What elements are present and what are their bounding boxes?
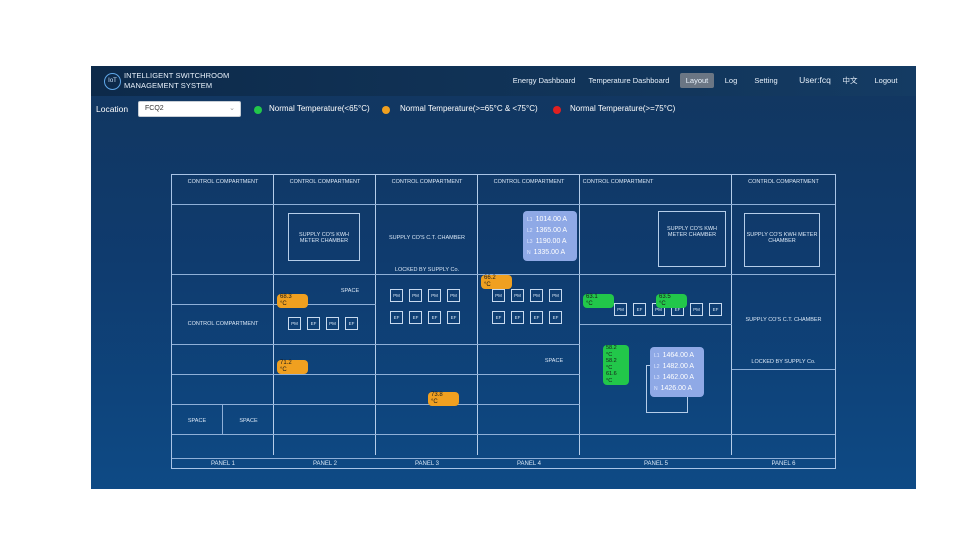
meter-row: N 1335.00 A: [527, 249, 566, 256]
sensor-unit: °C: [431, 399, 438, 405]
user-name[interactable]: User:fcq: [797, 73, 833, 88]
meter-row: L1 1464.00 A: [654, 352, 695, 359]
sensor-unit: °C: [280, 301, 287, 307]
compartment-label: SUPPLY CO'S KWH METER CHAMBER: [666, 226, 718, 238]
sensor-value: 68.3: [280, 294, 292, 300]
nav-setting[interactable]: Setting: [751, 73, 781, 88]
panel-5: CONTROL COMPARTMENT SUPPLY CO'S KWH METE…: [580, 175, 732, 455]
panel-2: CONTROL COMPARTMENT SUPPLY CO'S KWH METE…: [274, 175, 376, 455]
compartment-label: CONTROL COMPARTMENT: [187, 179, 259, 185]
nav-energy-dashboard[interactable]: Energy Dashboard: [509, 73, 579, 88]
temperature-sensor[interactable]: 68.3 °C: [277, 294, 308, 308]
compartment-label: CONTROL COMPARTMENT: [748, 179, 819, 185]
app-title-line1: INTELLIGENT SWITCHROOM: [124, 71, 230, 80]
chevron-down-icon: ⌄: [229, 105, 235, 112]
compartment-label: SUPPLY CO'S KWH METER CHAMBER: [298, 232, 350, 244]
space-label: SPACE: [239, 418, 258, 424]
current-meter-panel-5[interactable]: L1 1464.00 A L2 1482.00 A L3 1462.00 A N 142…: [650, 347, 704, 397]
sensor-value: 71.2: [280, 360, 292, 366]
meter-row: L2 1365.00 A: [527, 227, 568, 234]
legend-green-dot: [254, 106, 262, 114]
sensor-unit: °C: [659, 301, 666, 307]
app-title: INTELLIGENT SWITCHROOM MANAGEMENT SYSTEM: [124, 71, 229, 91]
meter-row: L2 1482.00 A: [654, 363, 695, 370]
nav-temperature-dashboard[interactable]: Temperature Dashboard: [588, 73, 670, 88]
legend-normal: Normal Temperature(<65°C): [269, 104, 370, 113]
temperature-sensor[interactable]: 63.5 °C: [656, 294, 687, 308]
sensor-value: 73.8: [431, 392, 443, 398]
compartment-label: CONTROL COMPARTMENT: [187, 321, 259, 327]
panel-3: CONTROL COMPARTMENT SUPPLY CO'S C.T. CHA…: [376, 175, 478, 455]
legend-orange-dot: [382, 106, 390, 114]
panel-label: PANEL 2: [274, 458, 376, 468]
meter-row: L1 1014.00 A: [527, 216, 568, 223]
toolbar: Location FCQ2 ⌄ Normal Temperature(<65°C…: [91, 96, 916, 122]
logout-button[interactable]: Logout: [871, 73, 901, 88]
compartment-label: CONTROL COMPARTMENT: [289, 179, 361, 185]
language-toggle[interactable]: 中文: [841, 73, 859, 88]
switchroom-layout-drawing: CONTROL COMPARTMENT CONTROL COMPARTMENT …: [171, 174, 836, 469]
space-label: SPACE: [187, 418, 207, 424]
temperature-sensor[interactable]: 71.2 °C: [277, 360, 308, 374]
legend-warning: Normal Temperature(>=65°C & <75°C): [400, 104, 538, 113]
panel-label: PANEL 1: [172, 458, 274, 468]
temperature-sensor[interactable]: 66.2 °C: [481, 275, 512, 289]
sensor-unit: °C: [280, 367, 287, 373]
compartment-label: CONTROL COMPARTMENT: [582, 179, 654, 185]
compartment-label: CONTROL COMPARTMENT: [391, 179, 463, 185]
location-select[interactable]: FCQ2 ⌄: [138, 101, 241, 117]
compartment-label: CONTROL COMPARTMENT: [493, 179, 565, 185]
app-window: IoT INTELLIGENT SWITCHROOM MANAGEMENT SY…: [91, 66, 916, 489]
sensor-value: 63.5: [659, 294, 671, 300]
sensor-unit: °C: [586, 301, 593, 307]
location-label: Location: [96, 104, 129, 114]
meter-row: N 1426.00 A: [654, 385, 693, 392]
sensor-unit: °C: [484, 282, 491, 288]
space-label: SPACE: [544, 358, 564, 364]
iot-logo-icon: IoT: [104, 73, 121, 90]
space-label: SPACE: [340, 288, 360, 294]
panel-label: PANEL 3: [376, 458, 478, 468]
app-title-line2: MANAGEMENT SYSTEM: [124, 81, 213, 90]
sensor-value: 63.1: [586, 294, 598, 300]
nav-log[interactable]: Log: [721, 73, 741, 88]
header-bar: IoT INTELLIGENT SWITCHROOM MANAGEMENT SY…: [91, 66, 916, 96]
temperature-sensor[interactable]: 63.1 °C: [583, 294, 614, 308]
panel-label: PANEL 6: [732, 458, 835, 468]
panel-6: CONTROL COMPARTMENT SUPPLY CO'S KWH METE…: [732, 175, 835, 455]
current-meter-panel-4[interactable]: L1 1014.00 A L2 1365.00 A L3 1190.00 A N 133…: [523, 211, 577, 261]
panel-1: CONTROL COMPARTMENT CONTROL COMPARTMENT …: [172, 175, 274, 455]
temperature-sensor[interactable]: 73.8 °C: [428, 392, 459, 406]
sensor-value: 66.2: [484, 275, 496, 281]
legend-red-dot: [553, 106, 561, 114]
meter-row: L3 1462.00 A: [654, 374, 695, 381]
panel-label: PANEL 4: [478, 458, 580, 468]
compartment-label: SUPPLY CO'S C.T. CHAMBER: [388, 235, 466, 241]
meter-row: L3 1190.00 A: [527, 238, 567, 245]
locked-label: LOCKED BY SUPPLY Co.: [394, 267, 460, 273]
legend-alarm: Normal Temperature(>=75°C): [570, 104, 676, 113]
compartment-label: SUPPLY CO'S KWH METER CHAMBER: [746, 232, 818, 244]
compartment-label: SUPPLY CO'S C.T. CHAMBER: [745, 317, 822, 323]
locked-label: LOCKED BY SUPPLY Co.: [751, 359, 816, 365]
panel-label: PANEL 5: [580, 458, 732, 468]
location-value: FCQ2: [145, 105, 164, 112]
nav-layout[interactable]: Layout: [680, 73, 714, 88]
sensor-unit: °C: [606, 377, 613, 384]
temperature-sensor-group[interactable]: 58.2 °C 58.2 °C 61.6 °C: [603, 345, 629, 385]
